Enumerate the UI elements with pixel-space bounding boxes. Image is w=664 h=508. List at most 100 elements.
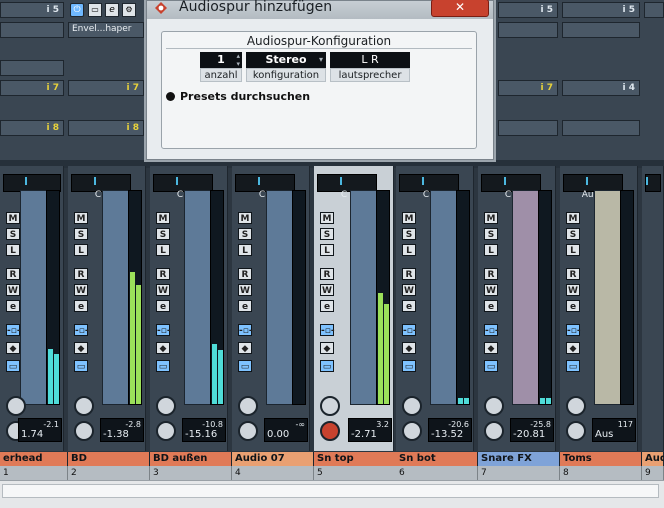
e-button[interactable]: e bbox=[156, 300, 170, 312]
insert-slot[interactable] bbox=[498, 120, 558, 136]
e-button[interactable]: e bbox=[238, 300, 252, 312]
sends-toggle-icon[interactable]: ▭ bbox=[238, 360, 252, 372]
insert-slot[interactable]: i 5 bbox=[562, 2, 640, 18]
insert-toggle-icon[interactable]: -▫- bbox=[566, 324, 581, 336]
eq-toggle-icon[interactable]: ◆ bbox=[6, 342, 20, 354]
solo-defeat-button[interactable] bbox=[156, 396, 176, 416]
e-button[interactable]: e bbox=[566, 300, 580, 312]
insert-toggle-icon[interactable]: -▫- bbox=[238, 324, 253, 336]
solo-defeat-button[interactable] bbox=[566, 396, 586, 416]
e-button[interactable]: e bbox=[402, 300, 416, 312]
pan-display[interactable] bbox=[645, 174, 661, 192]
r-button[interactable]: R bbox=[6, 268, 20, 280]
channel-strip[interactable] bbox=[642, 166, 664, 451]
sends-toggle-icon[interactable]: ▭ bbox=[402, 360, 416, 372]
speaker-field[interactable]: L R bbox=[330, 52, 410, 68]
channel-name[interactable]: Snare FX bbox=[478, 452, 560, 466]
r-button[interactable]: R bbox=[156, 268, 170, 280]
l-button[interactable]: L bbox=[238, 244, 252, 256]
l-button[interactable]: L bbox=[74, 244, 88, 256]
m-button[interactable]: M bbox=[402, 212, 416, 224]
insert-slot[interactable] bbox=[0, 60, 64, 76]
level-readout[interactable]: -20.6 -13.52 bbox=[428, 418, 472, 442]
channel-strip[interactable]: C M S L R We -▫- ◆ ▭ -10.8 -15.16 bbox=[150, 166, 228, 451]
sends-toggle-icon[interactable]: ▭ bbox=[484, 360, 498, 372]
m-button[interactable]: M bbox=[6, 212, 20, 224]
l-button[interactable]: L bbox=[320, 244, 334, 256]
insert-slot[interactable]: Envel...haper bbox=[68, 22, 144, 38]
r-button[interactable]: R bbox=[238, 268, 252, 280]
sends-toggle-icon[interactable]: ▭ bbox=[566, 360, 580, 372]
channel-name[interactable]: erhead bbox=[0, 452, 68, 466]
insert-slot[interactable] bbox=[562, 22, 640, 38]
s-button[interactable]: S bbox=[320, 228, 334, 240]
channel-strip[interactable]: C M S L R We -▫- ◆ ▭ -20.6 -13.52 bbox=[396, 166, 474, 451]
insert-toggle-icon[interactable]: -▫- bbox=[74, 324, 89, 336]
l-button[interactable]: L bbox=[402, 244, 416, 256]
e-button[interactable]: e bbox=[6, 300, 20, 312]
w-button[interactable]: W bbox=[74, 284, 88, 296]
insert-slot[interactable] bbox=[644, 2, 664, 18]
eq-toggle-icon[interactable]: ◆ bbox=[74, 342, 88, 354]
channel-strip[interactable]: C M S L R We -▫- ◆ ▭ -∞ 0.00 bbox=[232, 166, 310, 451]
listen-button[interactable] bbox=[238, 421, 258, 441]
eq-toggle-icon[interactable]: ◆ bbox=[320, 342, 334, 354]
channel-name[interactable]: Aud bbox=[642, 452, 664, 466]
e-button[interactable]: e bbox=[74, 300, 88, 312]
channel-name[interactable]: BD außen bbox=[150, 452, 232, 466]
count-field[interactable]: 1 ▴ ▾ bbox=[200, 52, 242, 68]
sends-toggle-icon[interactable]: ▭ bbox=[156, 360, 170, 372]
l-button[interactable]: L bbox=[484, 244, 498, 256]
insert-slot[interactable] bbox=[498, 22, 558, 38]
insert-slot[interactable]: i 7 bbox=[68, 80, 144, 96]
config-dropdown[interactable]: Stereo ▾ bbox=[246, 52, 326, 68]
eq-toggle-icon[interactable]: ◆ bbox=[484, 342, 498, 354]
r-button[interactable]: R bbox=[566, 268, 580, 280]
s-button[interactable]: S bbox=[6, 228, 20, 240]
spinner-icon[interactable]: ▴ ▾ bbox=[236, 52, 240, 68]
level-readout[interactable]: 117 Aus bbox=[592, 418, 636, 442]
w-button[interactable]: W bbox=[156, 284, 170, 296]
channel-name[interactable]: Sn bot bbox=[396, 452, 478, 466]
l-button[interactable]: L bbox=[156, 244, 170, 256]
s-button[interactable]: S bbox=[74, 228, 88, 240]
s-button[interactable]: S bbox=[484, 228, 498, 240]
insert-toggle-icon[interactable]: -▫- bbox=[484, 324, 499, 336]
w-button[interactable]: W bbox=[402, 284, 416, 296]
w-button[interactable]: W bbox=[484, 284, 498, 296]
e-button[interactable]: e bbox=[484, 300, 498, 312]
insert-slot[interactable] bbox=[562, 120, 640, 136]
insert-toggle-icon[interactable]: -▫- bbox=[402, 324, 417, 336]
solo-defeat-button[interactable] bbox=[6, 396, 26, 416]
r-button[interactable]: R bbox=[484, 268, 498, 280]
channel-name[interactable]: Sn top bbox=[314, 452, 398, 466]
s-button[interactable]: S bbox=[402, 228, 416, 240]
browse-presets-toggle[interactable]: Presets durchsuchen bbox=[166, 90, 310, 103]
channel-strip[interactable]: C M S L R We -▫- ◆ ▭ -25.8 -20.81 bbox=[478, 166, 556, 451]
insert-toggle-icon[interactable]: -▫- bbox=[6, 324, 21, 336]
level-readout[interactable]: 3.2 -2.71 bbox=[348, 418, 392, 442]
horizontal-scrollbar[interactable] bbox=[2, 484, 659, 498]
insert-slot[interactable]: i 5 bbox=[498, 2, 558, 18]
listen-button[interactable] bbox=[484, 421, 504, 441]
close-button[interactable]: ✕ bbox=[431, 0, 489, 17]
sends-toggle-icon[interactable]: ▭ bbox=[6, 360, 20, 372]
bypass-icon[interactable]: ▭ bbox=[88, 3, 102, 17]
settings-icon[interactable]: ⚙ bbox=[122, 3, 136, 17]
s-button[interactable]: S bbox=[238, 228, 252, 240]
channel-strip[interactable]: C M S L R We -▫- ◆ ▭ 3.2 -2.71 bbox=[314, 166, 394, 451]
channel-strip[interactable]: C M S L R We -▫- ◆ ▭ -2.8 -1.38 bbox=[68, 166, 146, 451]
listen-button[interactable] bbox=[74, 421, 94, 441]
solo-defeat-button[interactable] bbox=[484, 396, 504, 416]
monitor-button[interactable] bbox=[320, 396, 340, 416]
eq-toggle-icon[interactable]: ◆ bbox=[156, 342, 170, 354]
dialog-titlebar[interactable]: Audiospur hinzufügen ✕ bbox=[147, 0, 493, 19]
m-button[interactable]: M bbox=[156, 212, 170, 224]
s-button[interactable]: S bbox=[156, 228, 170, 240]
solo-defeat-button[interactable] bbox=[238, 396, 258, 416]
eq-toggle-icon[interactable]: ◆ bbox=[566, 342, 580, 354]
insert-slot[interactable]: i 4 bbox=[562, 80, 640, 96]
edit-icon[interactable]: e bbox=[105, 3, 119, 17]
r-button[interactable]: R bbox=[74, 268, 88, 280]
insert-slot[interactable] bbox=[0, 22, 64, 38]
